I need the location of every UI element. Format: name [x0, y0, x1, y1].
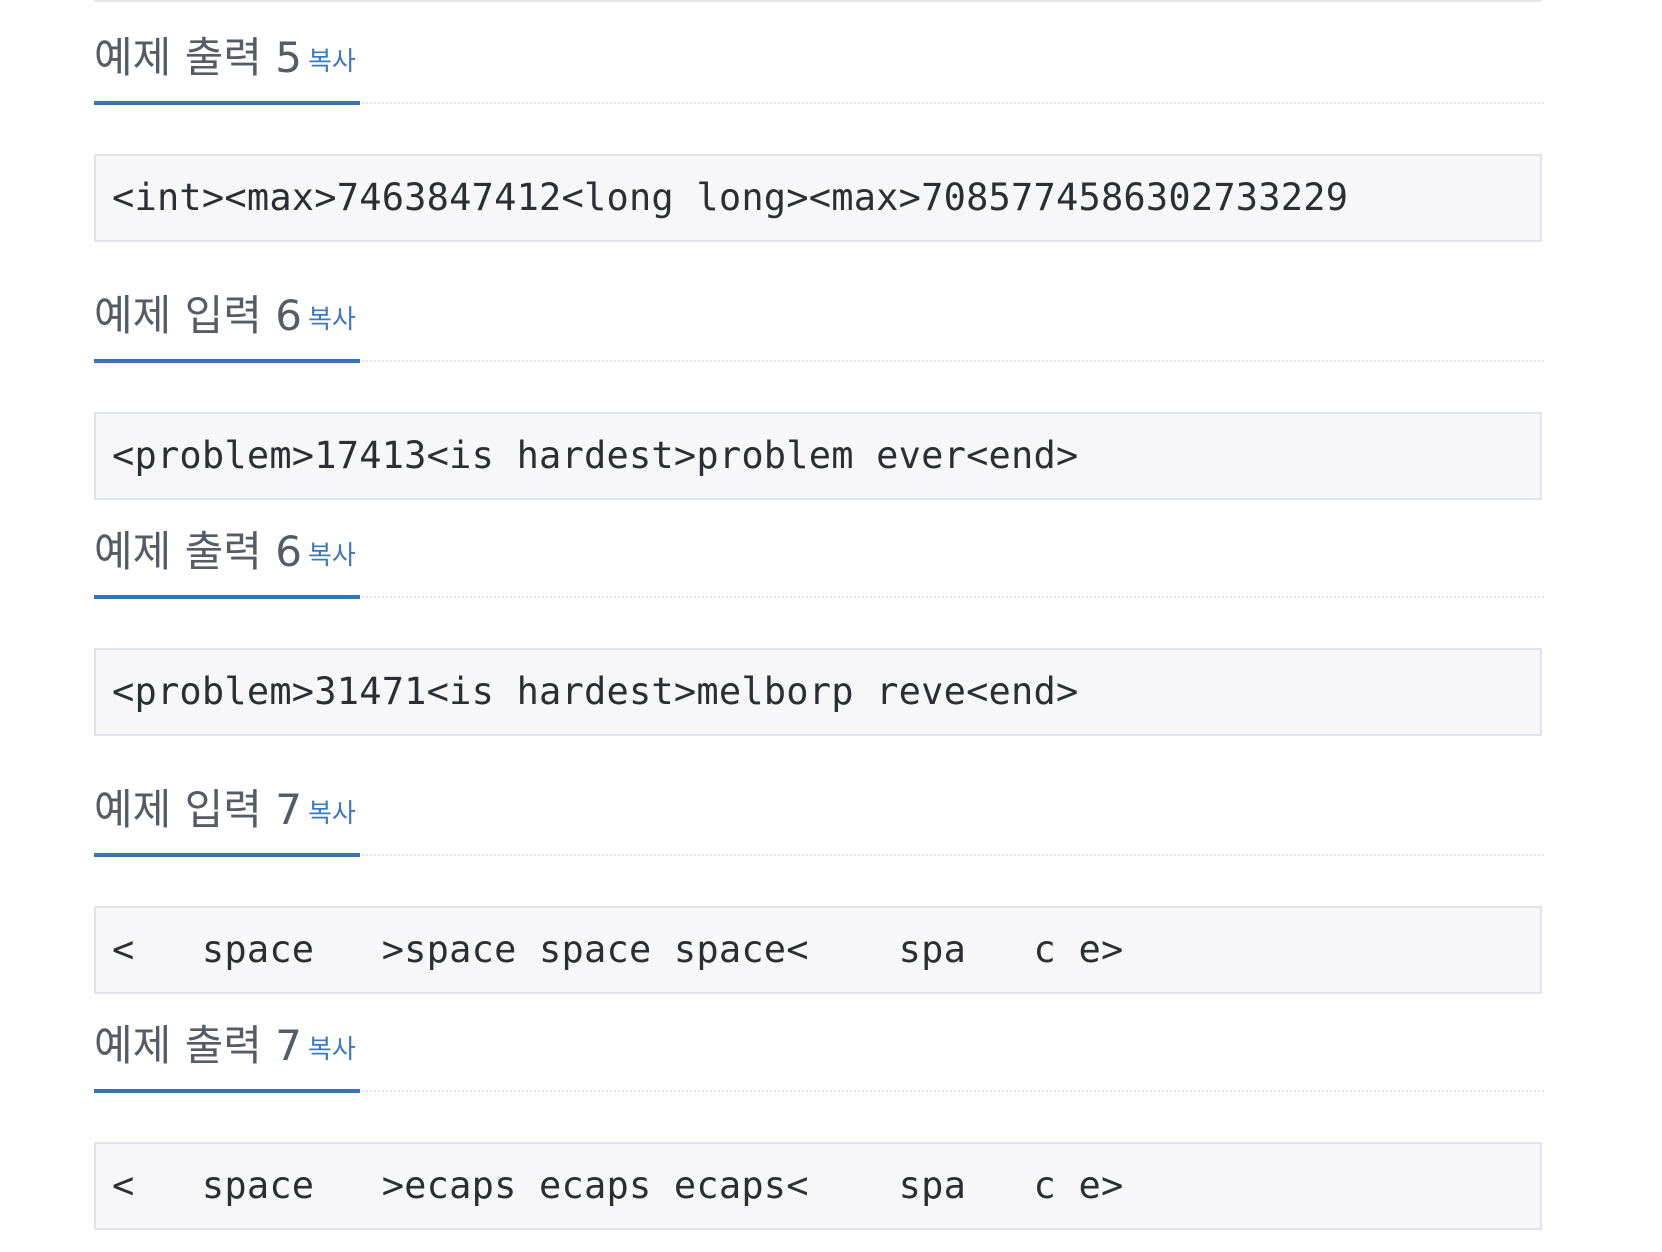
sample-input-6: 예제 입력 6 복사 <problem>17413<is hardest>pro… — [94, 258, 1544, 500]
sample-input-7: 예제 입력 7 복사 < space >space space space< s… — [94, 752, 1544, 994]
sample-output-6: 예제 출력 6 복사 <problem>31471<is hardest>mel… — [94, 494, 1544, 736]
sample-title: 예제 출력 5 — [94, 33, 302, 82]
sample-headline: 예제 출력 7 복사 — [94, 988, 1544, 1093]
headline-underline: 예제 출력 6 복사 — [94, 495, 360, 599]
copy-button[interactable]: 복사 — [308, 539, 356, 573]
sample-title: 예제 입력 7 — [94, 785, 302, 834]
sample-data-box[interactable]: <problem>17413<is hardest>problem ever<e… — [94, 412, 1542, 500]
sample-headline: 예제 입력 6 복사 — [94, 258, 1544, 363]
sample-data-box[interactable]: < space >ecaps ecaps ecaps< spa c e> — [94, 1142, 1542, 1230]
headline-underline: 예제 출력 5 복사 — [94, 1, 360, 105]
sample-title: 예제 출력 7 — [94, 1021, 302, 1070]
sample-output-5: 예제 출력 5 복사 <int><max>7463847412<long lon… — [94, 0, 1544, 242]
copy-button[interactable]: 복사 — [308, 1033, 356, 1067]
headline-underline: 예제 입력 6 복사 — [94, 259, 360, 363]
sample-headline: 예제 출력 5 복사 — [94, 0, 1544, 105]
sample-data-box[interactable]: < space >space space space< spa c e> — [94, 906, 1542, 994]
copy-button[interactable]: 복사 — [308, 45, 356, 79]
sample-data-text: <int><max>7463847412<long long><max>7085… — [112, 176, 1349, 219]
headline-underline: 예제 출력 7 복사 — [94, 989, 360, 1093]
sample-title: 예제 출력 6 — [94, 527, 302, 576]
sample-data-text: < space >ecaps ecaps ecaps< spa c e> — [112, 1164, 1124, 1207]
headline-underline: 예제 입력 7 복사 — [94, 753, 360, 857]
sample-output-7: 예제 출력 7 복사 < space >ecaps ecaps ecaps< s… — [94, 988, 1544, 1230]
copy-button[interactable]: 복사 — [308, 797, 356, 831]
sample-data-text: <problem>17413<is hardest>problem ever<e… — [112, 434, 1079, 477]
sample-data-text: < space >space space space< spa c e> — [112, 928, 1124, 971]
copy-button[interactable]: 복사 — [308, 303, 356, 337]
sample-headline: 예제 입력 7 복사 — [94, 752, 1544, 857]
sample-title: 예제 입력 6 — [94, 291, 302, 340]
sample-data-box[interactable]: <int><max>7463847412<long long><max>7085… — [94, 154, 1542, 242]
sample-headline: 예제 출력 6 복사 — [94, 494, 1544, 599]
sample-data-text: <problem>31471<is hardest>melborp reve<e… — [112, 670, 1079, 713]
sample-data-box[interactable]: <problem>31471<is hardest>melborp reve<e… — [94, 648, 1542, 736]
